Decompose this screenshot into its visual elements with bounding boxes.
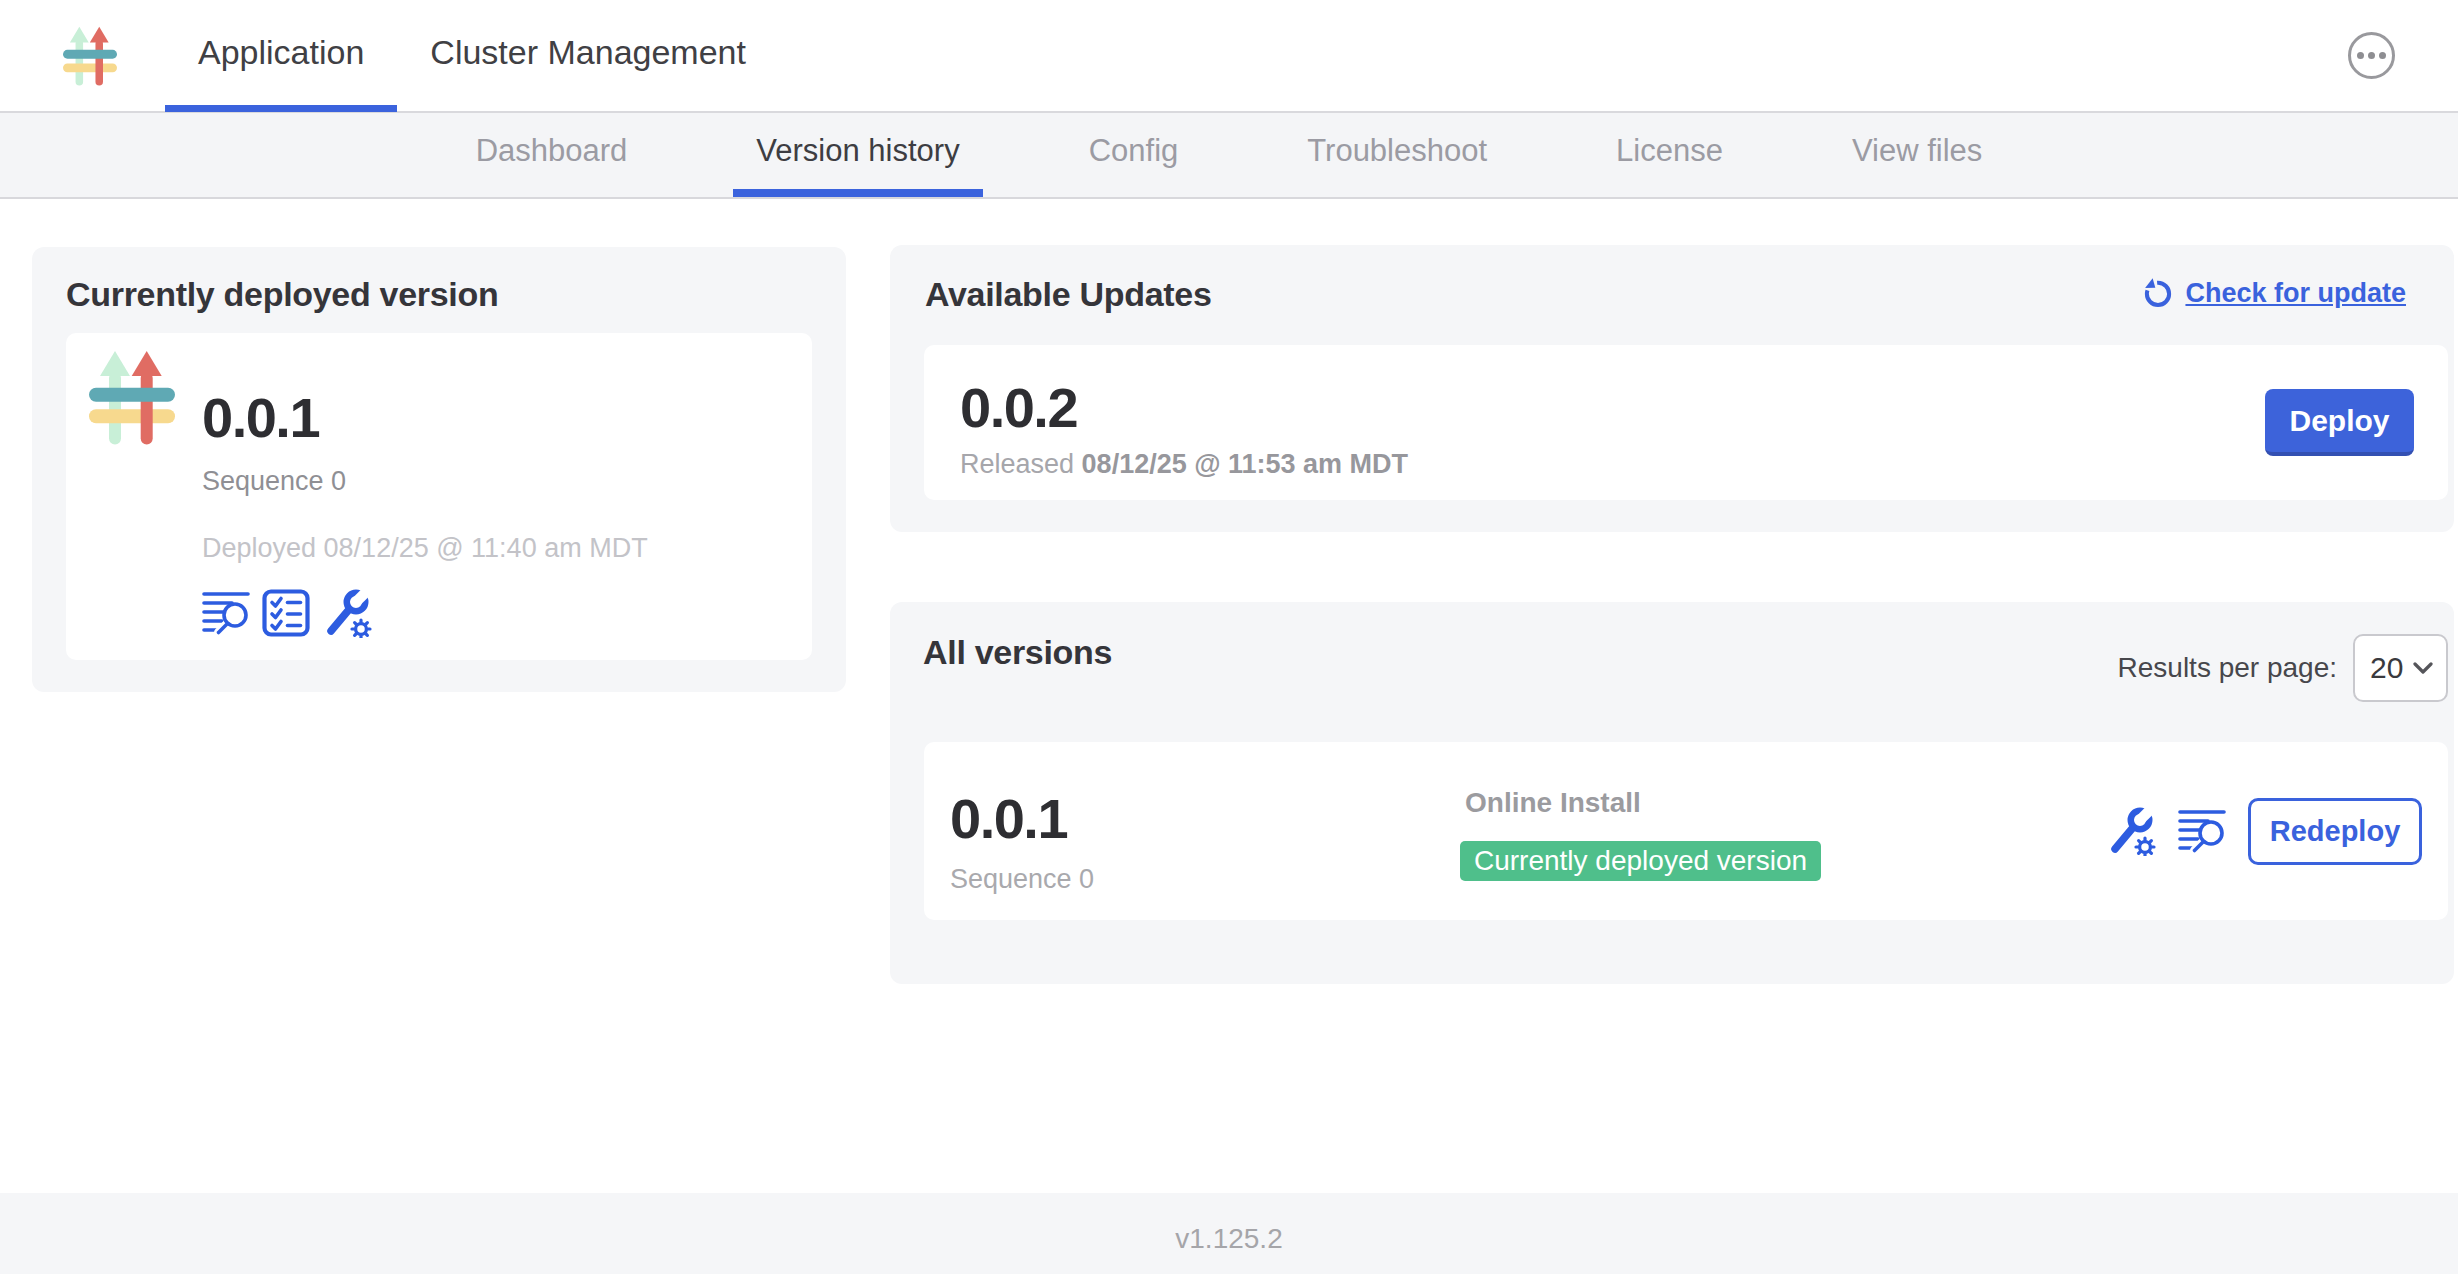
currently-deployed-badge: Currently deployed version xyxy=(1460,841,1821,881)
results-per-page-select[interactable]: 20 xyxy=(2353,634,2448,702)
subnav-view-files[interactable]: View files xyxy=(1829,113,2005,197)
available-updates-title: Available Updates xyxy=(925,275,1212,314)
console-version: v1.125.2 xyxy=(1175,1223,1282,1254)
check-for-update-link[interactable]: Check for update xyxy=(2142,277,2406,309)
top-header: Application Cluster Management xyxy=(0,0,2458,113)
footer: v1.125.2 xyxy=(0,1193,2458,1274)
view-config-icon[interactable] xyxy=(322,588,372,638)
subnav-version-history[interactable]: Version history xyxy=(733,113,982,197)
subnav-license[interactable]: License xyxy=(1593,113,1746,197)
header-tabs: Application Cluster Management xyxy=(165,0,779,112)
tab-cluster-management[interactable]: Cluster Management xyxy=(397,0,779,112)
main-content: Currently deployed version 0.0.1 Sequenc… xyxy=(0,199,2458,1193)
view-config-icon[interactable] xyxy=(2106,806,2156,856)
results-per-page-value: 20 xyxy=(2370,651,2403,685)
deployed-version-number: 0.0.1 xyxy=(202,385,319,450)
currently-deployed-title: Currently deployed version xyxy=(66,275,498,314)
refresh-icon xyxy=(2142,277,2174,309)
available-updates-panel: Available Updates Check for update 0.0.2… xyxy=(890,245,2454,532)
row-version-number: 0.0.1 xyxy=(950,786,1067,851)
more-options-button[interactable] xyxy=(2348,32,2395,79)
deployed-version-actions xyxy=(202,588,372,638)
released-prefix: Released xyxy=(960,449,1082,479)
currently-deployed-panel: Currently deployed version 0.0.1 Sequenc… xyxy=(32,247,846,692)
deployed-version-card: 0.0.1 Sequence 0 Deployed 08/12/25 @ 11:… xyxy=(66,333,812,660)
release-notes-icon[interactable] xyxy=(2178,807,2226,855)
results-per-page: Results per page: 20 xyxy=(2118,634,2448,702)
dot xyxy=(2368,52,2375,59)
app-subnav: Dashboard Version history Config Trouble… xyxy=(0,113,2458,199)
all-versions-title: All versions xyxy=(923,633,1112,672)
subnav-config[interactable]: Config xyxy=(1066,113,1202,197)
dot xyxy=(2379,52,2386,59)
dot xyxy=(2357,52,2364,59)
update-version-number: 0.0.2 xyxy=(960,375,1077,440)
install-type: Online Install xyxy=(1465,787,1821,819)
redeploy-button[interactable]: Redeploy xyxy=(2248,798,2422,865)
chevron-down-icon xyxy=(2413,661,2433,675)
update-card: 0.0.2 Released 08/12/25 @ 11:53 am MDT D… xyxy=(924,345,2448,500)
results-per-page-label: Results per page: xyxy=(2118,652,2337,684)
subnav-troubleshoot[interactable]: Troubleshoot xyxy=(1284,113,1510,197)
preflight-checks-icon[interactable] xyxy=(262,589,310,637)
check-for-update-label: Check for update xyxy=(2185,278,2406,309)
row-sequence: Sequence 0 xyxy=(950,864,1094,895)
app-logo-icon xyxy=(89,350,175,445)
deployed-sequence: Sequence 0 xyxy=(202,466,346,497)
app-logo-icon xyxy=(63,26,117,86)
deploy-button[interactable]: Deploy xyxy=(2265,389,2414,456)
released-date: 08/12/25 @ 11:53 am MDT xyxy=(1082,449,1409,479)
release-notes-icon[interactable] xyxy=(202,589,250,637)
subnav-dashboard[interactable]: Dashboard xyxy=(453,113,651,197)
deployed-timestamp: Deployed 08/12/25 @ 11:40 am MDT xyxy=(202,533,648,564)
update-released-timestamp: Released 08/12/25 @ 11:53 am MDT xyxy=(960,449,1408,480)
row-install-info: Online Install Currently deployed versio… xyxy=(1465,787,1821,881)
version-row: 0.0.1 Sequence 0 Online Install Currentl… xyxy=(924,742,2448,920)
all-versions-panel: All versions Results per page: 20 0.0.1 … xyxy=(890,602,2454,984)
app-logo xyxy=(63,26,117,86)
row-actions: Redeploy xyxy=(2106,742,2422,920)
tab-application[interactable]: Application xyxy=(165,0,397,112)
